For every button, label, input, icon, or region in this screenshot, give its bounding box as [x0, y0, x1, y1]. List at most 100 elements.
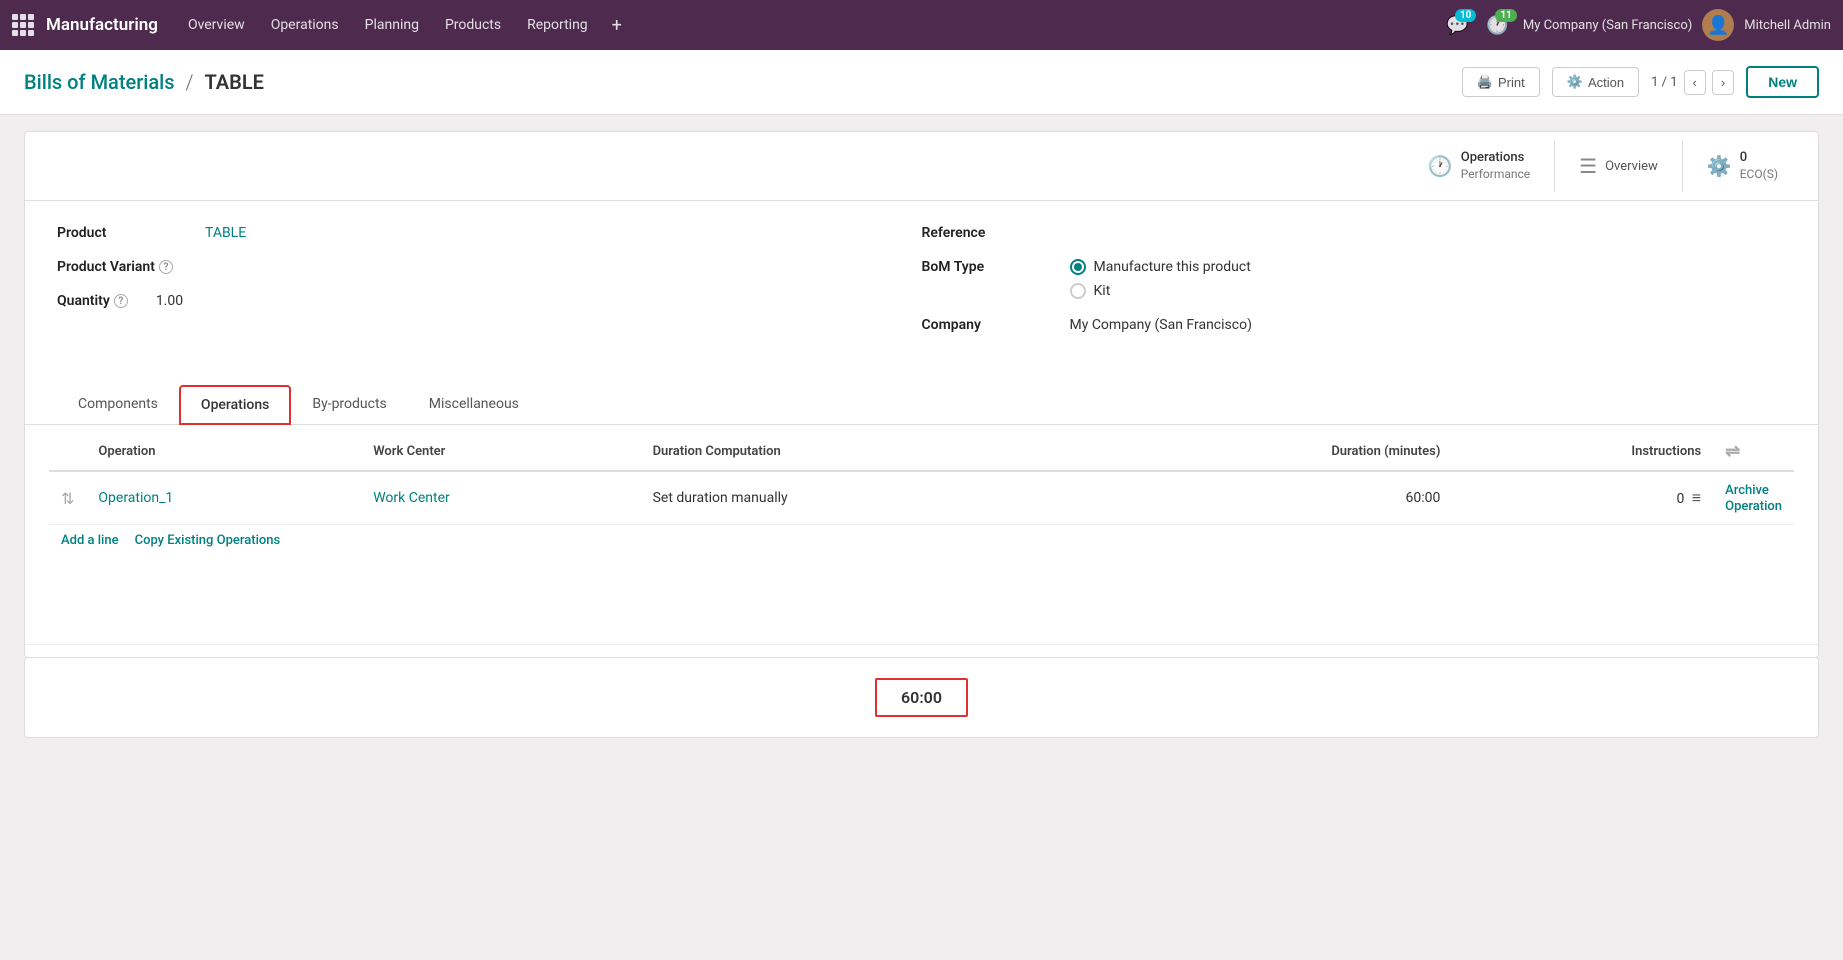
table-add-links: Add a line Copy Existing Operations: [49, 525, 1794, 556]
archive-operation-link[interactable]: Archive Operation: [1725, 483, 1782, 514]
bom-type-options: Manufacture this product Kit: [1070, 259, 1251, 299]
app-grid-icon[interactable]: [12, 14, 34, 36]
action-button[interactable]: ⚙️ Action: [1552, 67, 1639, 97]
breadcrumb-separator: /: [186, 70, 194, 94]
eco-icon: ⚙️: [1707, 154, 1732, 178]
topnav-right: 💬 10 🕐 11 My Company (San Francisco) 👤 M…: [1442, 9, 1831, 41]
company-value[interactable]: My Company (San Francisco): [1070, 317, 1252, 333]
nav-item-products[interactable]: Products: [433, 11, 513, 39]
form-body: Product TABLE Product Variant ? Quantity…: [25, 201, 1818, 377]
operations-table-section: Operation Work Center Duration Computati…: [25, 433, 1818, 572]
quantity-help-icon[interactable]: ?: [114, 294, 128, 308]
company-selector[interactable]: My Company (San Francisco): [1523, 18, 1692, 33]
tab-components[interactable]: Components: [57, 385, 179, 425]
table-row: ⇅ Operation_1 Work Center Set duration m…: [49, 471, 1794, 525]
chat-button[interactable]: 💬 10: [1442, 11, 1472, 40]
company-field: Company My Company (San Francisco): [922, 317, 1787, 333]
print-label: Print: [1498, 75, 1525, 90]
add-line-link[interactable]: Add a line: [61, 533, 119, 548]
user-avatar[interactable]: 👤: [1702, 9, 1734, 41]
product-variant-help-icon[interactable]: ?: [159, 260, 173, 274]
eco-button[interactable]: ⚙️ 0 ECO(S): [1683, 140, 1802, 192]
record-pager: 1 / 1 ‹ ›: [1651, 70, 1734, 95]
breadcrumb-link[interactable]: Bills of Materials: [24, 70, 175, 94]
main-content: 🕐 Operations Performance ☰ Overview ⚙️ 0…: [0, 115, 1843, 754]
bom-type-option-manufacture[interactable]: Manufacture this product: [1070, 259, 1251, 275]
username-label[interactable]: Mitchell Admin: [1744, 18, 1831, 33]
overview-label: Overview: [1605, 159, 1658, 174]
breadcrumb-current: TABLE: [204, 70, 263, 94]
product-label: Product: [57, 225, 197, 241]
quantity-field: Quantity ? 1.00: [57, 293, 922, 309]
operation-cell[interactable]: Operation_1: [86, 471, 361, 525]
app-brand[interactable]: Manufacturing: [46, 15, 158, 35]
print-button[interactable]: 🖨️ Print: [1462, 67, 1540, 97]
radio-kit[interactable]: [1070, 283, 1086, 299]
product-variant-field: Product Variant ?: [57, 259, 922, 275]
work-center-value: Work Center: [373, 490, 450, 506]
table-settings-icon[interactable]: ⇌: [1725, 441, 1740, 462]
footer-card: 60:00: [24, 657, 1819, 738]
form-left-column: Product TABLE Product Variant ? Quantity…: [57, 225, 922, 309]
ops-performance-button[interactable]: 🕐 Operations Performance: [1404, 140, 1555, 192]
tab-byproducts[interactable]: By-products: [291, 385, 407, 425]
list-icon: ☰: [1579, 154, 1597, 178]
product-value[interactable]: TABLE: [205, 225, 246, 241]
bom-type-kit-label: Kit: [1094, 283, 1111, 299]
col-instructions: Instructions: [1452, 433, 1713, 471]
quantity-value[interactable]: 1.00: [156, 293, 183, 309]
tab-operations[interactable]: Operations: [179, 385, 291, 425]
form-card: 🕐 Operations Performance ☰ Overview ⚙️ 0…: [24, 131, 1819, 658]
smart-buttons-row: 🕐 Operations Performance ☰ Overview ⚙️ 0…: [25, 132, 1818, 201]
drag-handle-icon[interactable]: ⇅: [61, 489, 74, 508]
company-label: Company: [922, 317, 1062, 333]
chat-badge: 10: [1455, 9, 1476, 22]
col-duration-computation: Duration Computation: [641, 433, 1083, 471]
form-spacer: [25, 572, 1818, 632]
col-settings: ⇌: [1713, 433, 1794, 471]
nav-item-reporting[interactable]: Reporting: [515, 11, 600, 39]
archive-cell: Archive Operation: [1713, 471, 1794, 525]
col-drag: [49, 433, 86, 471]
nav-add-button[interactable]: +: [602, 9, 632, 42]
tabs-row: Components Operations By-products Miscel…: [25, 385, 1818, 425]
col-duration-minutes: Duration (minutes): [1083, 433, 1453, 471]
instructions-list-icon[interactable]: ≡: [1692, 488, 1701, 507]
bom-type-manufacture-label: Manufacture this product: [1094, 259, 1251, 275]
radio-manufacture[interactable]: [1070, 259, 1086, 275]
product-variant-label: Product Variant: [57, 259, 155, 275]
gear-icon: ⚙️: [1567, 74, 1583, 90]
eco-count: 0: [1740, 150, 1778, 167]
clock-icon: 🕐: [1428, 154, 1453, 178]
operations-table: Operation Work Center Duration Computati…: [49, 433, 1794, 525]
nav-item-overview[interactable]: Overview: [176, 11, 257, 39]
work-center-cell[interactable]: Work Center: [361, 471, 640, 525]
top-navigation: Manufacturing Overview Operations Planni…: [0, 0, 1843, 50]
bom-type-label: BoM Type: [922, 259, 1062, 275]
overview-button[interactable]: ☰ Overview: [1555, 140, 1683, 192]
table-body: ⇅ Operation_1 Work Center Set duration m…: [49, 471, 1794, 525]
duration-minutes-value: 60:00: [1406, 490, 1441, 506]
product-field: Product TABLE: [57, 225, 922, 241]
table-header: Operation Work Center Duration Computati…: [49, 433, 1794, 471]
pager-prev[interactable]: ‹: [1684, 70, 1706, 95]
tab-miscellaneous[interactable]: Miscellaneous: [408, 385, 540, 425]
pager-count: 1 / 1: [1651, 75, 1677, 90]
pager-next[interactable]: ›: [1712, 70, 1734, 95]
nav-menu: Overview Operations Planning Products Re…: [176, 9, 1438, 42]
operation-value: Operation_1: [98, 490, 173, 506]
action-label: Action: [1588, 75, 1624, 90]
duration-computation-value: Set duration manually: [653, 490, 788, 506]
col-work-center: Work Center: [361, 433, 640, 471]
breadcrumb: Bills of Materials / TABLE: [24, 70, 264, 94]
eco-label: ECO(S): [1740, 167, 1778, 183]
bom-type-option-kit[interactable]: Kit: [1070, 283, 1251, 299]
reference-label: Reference: [922, 225, 1062, 241]
new-button[interactable]: New: [1746, 66, 1819, 98]
nav-item-operations[interactable]: Operations: [259, 11, 351, 39]
ops-perf-main-label: Operations: [1461, 150, 1530, 167]
copy-existing-link[interactable]: Copy Existing Operations: [135, 533, 281, 548]
nav-item-planning[interactable]: Planning: [353, 11, 431, 39]
instructions-count: 0: [1676, 491, 1684, 507]
activity-button[interactable]: 🕐 11: [1482, 11, 1512, 40]
